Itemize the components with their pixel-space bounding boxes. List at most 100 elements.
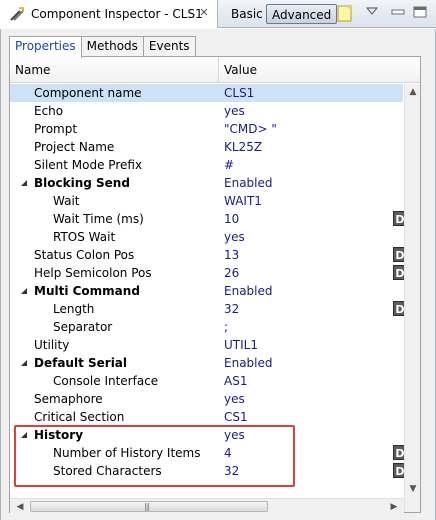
close-icon[interactable]: ✕ — [197, 6, 211, 20]
table-row[interactable]: History yes — [10, 426, 403, 444]
property-name: Length — [53, 302, 95, 316]
property-value[interactable]: 26 — [224, 264, 239, 282]
table-row[interactable]: Wait WAIT1 — [10, 192, 403, 210]
property-value[interactable]: "CMD> " — [224, 120, 277, 138]
expand-arrow-icon[interactable] — [20, 359, 28, 367]
table-row[interactable]: Separator; — [10, 318, 403, 336]
table-row[interactable]: Number of History Items 4 D — [10, 444, 407, 462]
table-row[interactable]: Blocking Send Enabled — [10, 174, 403, 192]
property-value[interactable]: # — [224, 156, 234, 174]
table-row[interactable]: Help Semicolon Pos 26 D — [10, 264, 407, 282]
advanced-mode-button[interactable]: Advanced — [266, 4, 338, 24]
vertical-scrollbar[interactable]: ▲ ▼ — [404, 84, 420, 512]
table-row[interactable]: Console Interface AS1 — [10, 372, 403, 390]
property-value[interactable]: yes — [224, 228, 245, 246]
property-name-cell: Stored Characters — [10, 462, 219, 480]
expand-arrow-icon[interactable] — [20, 431, 28, 439]
scroll-right-icon[interactable]: ▶ — [386, 499, 402, 515]
property-name: Blocking Send — [34, 176, 130, 190]
table-row[interactable]: Semaphore yes — [10, 390, 403, 408]
property-value[interactable]: CLS1 — [224, 84, 254, 102]
property-name-cell: Blocking Send — [10, 174, 219, 192]
inspector-content: Properties Methods Events Name Value Com… — [0, 29, 436, 520]
table-row[interactable]: Length 32 D — [10, 300, 407, 318]
view-tab-component-inspector[interactable]: Component Inspector - CLS1 ✕ — [0, 0, 218, 28]
property-value[interactable]: Enabled — [224, 354, 273, 372]
table-row[interactable]: Utility UTIL1 — [10, 336, 403, 354]
scroll-up-icon[interactable]: ▲ — [405, 84, 421, 100]
scroll-left-icon[interactable]: ◀ — [12, 499, 28, 515]
properties-table: Name Value Component name CLS1 Echo yes Prom… — [9, 56, 421, 514]
maximize-icon[interactable] — [412, 6, 428, 18]
table-row[interactable]: Component name CLS1 — [10, 84, 403, 102]
tab-properties[interactable]: Properties — [9, 36, 82, 58]
property-value[interactable]: WAIT1 — [224, 192, 262, 210]
property-name: Status Colon Pos — [34, 248, 135, 262]
view-menu-icon[interactable] — [366, 6, 378, 16]
property-value[interactable]: CS1 — [224, 408, 248, 426]
property-value[interactable]: yes — [224, 102, 245, 120]
table-row[interactable]: Stored Characters 32 D — [10, 462, 407, 480]
table-row[interactable]: Project Name KL25Z — [10, 138, 403, 156]
property-value[interactable]: Enabled — [224, 282, 273, 300]
property-value[interactable]: 4 — [224, 444, 232, 462]
minimize-icon[interactable] — [390, 6, 406, 18]
property-value[interactable]: Enabled — [224, 174, 273, 192]
property-name-cell: Separator — [10, 318, 219, 336]
table-row[interactable]: Status Colon Pos 13 D — [10, 246, 407, 264]
property-name: Semaphore — [34, 392, 103, 406]
sticky-note-icon[interactable] — [337, 5, 353, 22]
table-row[interactable]: RTOS Wait yes — [10, 228, 403, 246]
property-value[interactable]: UTIL1 — [224, 336, 258, 354]
scroll-down-icon[interactable]: ▼ — [405, 481, 421, 497]
table-row[interactable]: Critical Section CS1 — [10, 408, 403, 426]
property-name-cell: Wait — [10, 192, 219, 210]
property-name-cell: Semaphore — [10, 390, 219, 408]
expand-arrow-icon[interactable] — [20, 287, 28, 295]
basic-mode-button[interactable]: Basic — [227, 4, 267, 24]
property-rows: Component name CLS1 Echo yes Prompt "CMD> " Pr… — [10, 84, 407, 480]
property-value[interactable]: ; — [224, 318, 228, 336]
property-value[interactable]: AS1 — [224, 372, 247, 390]
table-row[interactable]: Silent Mode Prefix # — [10, 156, 403, 174]
property-name-cell: Critical Section — [10, 408, 219, 426]
property-name-cell: Length — [10, 300, 219, 318]
table-row[interactable]: Multi Command Enabled — [10, 282, 403, 300]
property-name: Critical Section — [34, 410, 125, 424]
property-name: Number of History Items — [53, 446, 201, 460]
property-value[interactable]: yes — [224, 426, 245, 444]
property-value[interactable]: 32 — [224, 300, 239, 318]
property-name: History — [34, 428, 84, 442]
property-value[interactable]: 13 — [224, 246, 239, 264]
table-row[interactable]: Default Serial Enabled — [10, 354, 403, 372]
tab-methods[interactable]: Methods — [80, 36, 144, 57]
column-header-name[interactable]: Name — [10, 57, 219, 83]
property-name: Silent Mode Prefix — [34, 158, 143, 172]
property-name-cell: Silent Mode Prefix — [10, 156, 219, 174]
property-name: Wait — [53, 194, 80, 208]
property-name: Project Name — [34, 140, 115, 154]
horizontal-scroll-thumb[interactable]: ||| — [30, 501, 268, 512]
property-value[interactable]: 32 — [224, 462, 239, 480]
expand-arrow-icon[interactable] — [20, 179, 28, 187]
table-row[interactable]: Prompt "CMD> " — [10, 120, 403, 138]
property-name: Prompt — [34, 122, 78, 136]
property-name-cell: Multi Command — [10, 282, 219, 300]
column-header-value[interactable]: Value — [219, 57, 403, 83]
property-name-cell: Console Interface — [10, 372, 219, 390]
property-name: Echo — [34, 104, 64, 118]
property-name-cell: History — [10, 426, 219, 444]
table-row[interactable]: Wait Time (ms) 10 D — [10, 210, 407, 228]
property-value[interactable]: 10 — [224, 210, 239, 228]
property-name: Multi Command — [34, 284, 140, 298]
property-name-cell: RTOS Wait — [10, 228, 219, 246]
property-name-cell: Number of History Items — [10, 444, 219, 462]
horizontal-scrollbar[interactable]: ◀ ||| ▶ — [10, 498, 404, 514]
tab-events[interactable]: Events — [142, 36, 196, 57]
property-name-cell: Wait Time (ms) — [10, 210, 219, 228]
property-name: Component name — [34, 86, 142, 100]
property-value[interactable]: yes — [224, 390, 245, 408]
table-header: Name Value — [10, 57, 420, 83]
property-value[interactable]: KL25Z — [224, 138, 262, 156]
table-row[interactable]: Echo yes — [10, 102, 403, 120]
